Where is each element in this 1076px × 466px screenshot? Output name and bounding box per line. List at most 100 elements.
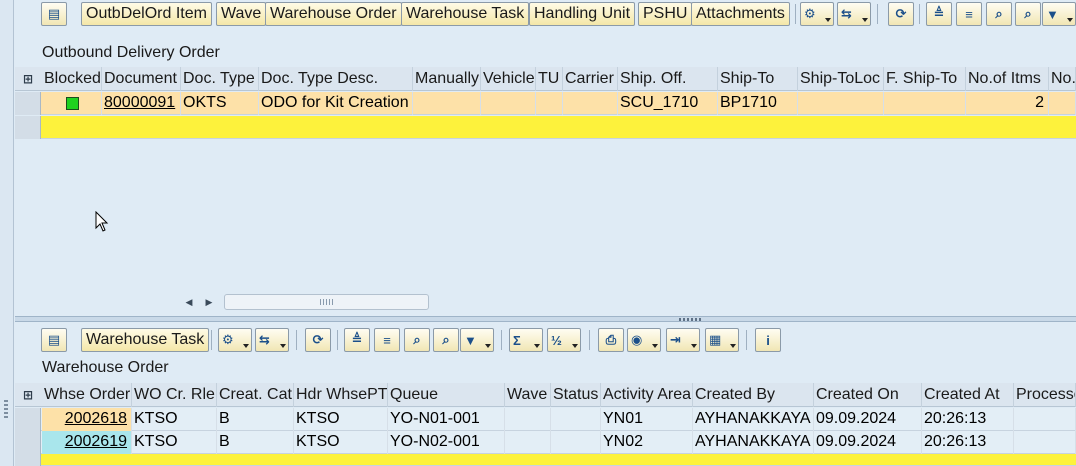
- filter-funnel-icon[interactable]: ▼: [460, 328, 494, 352]
- layout-icon[interactable]: ▤: [41, 2, 67, 26]
- pshu-button[interactable]: PSHU: [638, 2, 693, 26]
- status-cell: [551, 408, 601, 431]
- column-header-created-at[interactable]: Created At: [922, 383, 1014, 407]
- whse-order-link[interactable]: 2002619: [42, 431, 132, 454]
- find-icon[interactable]: ⌕: [404, 328, 430, 352]
- export-icon[interactable]: ⇆: [837, 2, 871, 26]
- column-header-created-by[interactable]: Created By: [693, 383, 814, 407]
- warehouse-order-button[interactable]: Warehouse Order: [265, 2, 402, 26]
- manually-cell: [413, 92, 481, 115]
- sum-icon[interactable]: Σ: [509, 328, 543, 352]
- column-header-no[interactable]: No.: [1049, 67, 1076, 91]
- find-next-icon[interactable]: ⌕: [1015, 2, 1041, 26]
- separator: [919, 4, 920, 24]
- activity-area-cell: YN02: [601, 431, 693, 454]
- column-header-ship-off[interactable]: Ship. Off.: [618, 67, 718, 91]
- wave-button[interactable]: Wave: [216, 2, 267, 26]
- column-header-status[interactable]: Status: [551, 383, 601, 407]
- column-header-creat-cat[interactable]: Creat. Cat: [217, 383, 294, 407]
- refresh-icon[interactable]: ⟳: [888, 2, 914, 26]
- attachments-button[interactable]: Attachments: [691, 2, 790, 26]
- created-at-cell: 20:26:13: [922, 408, 1014, 431]
- export-excel-icon[interactable]: ⇥: [666, 328, 700, 352]
- outbound-delivery-table: ⊞ Blocked Document Doc. Type Doc. Type D…: [15, 67, 1076, 139]
- layout-icon[interactable]: ▤: [41, 328, 67, 352]
- created-on-cell: 09.09.2024: [814, 431, 922, 454]
- scrollbar-thumb[interactable]: [224, 294, 429, 310]
- filter-icon[interactable]: ≡: [374, 328, 400, 352]
- separator: [501, 330, 502, 350]
- column-header-ship-to-loc[interactable]: Ship-ToLoc: [798, 67, 884, 91]
- column-header-ship-to[interactable]: Ship-To: [718, 67, 798, 91]
- row-selector[interactable]: [15, 92, 41, 115]
- column-header-queue[interactable]: Queue: [388, 383, 505, 407]
- column-header-hdr-whsept[interactable]: Hdr WhsePT: [294, 383, 388, 407]
- tu-cell: [536, 92, 563, 115]
- table-row[interactable]: 2002619 KTSO B KTSO YO-N02-001 YN02 AYHA…: [15, 431, 1076, 454]
- row-selector[interactable]: [15, 408, 41, 431]
- hdr-whsept-cell: KTSO: [294, 408, 388, 431]
- queue-cell: YO-N02-001: [388, 431, 505, 454]
- column-header-wo-cr-rle[interactable]: WO Cr. Rle: [132, 383, 217, 407]
- row-selector[interactable]: [15, 431, 41, 454]
- print-icon[interactable]: ⎙: [598, 328, 624, 352]
- column-header-f-ship-to[interactable]: F. Ship-To: [884, 67, 966, 91]
- resize-grip[interactable]: [4, 400, 8, 418]
- settings-icon[interactable]: ⚙: [800, 2, 834, 26]
- table-row-empty[interactable]: [15, 116, 1076, 139]
- section-title-outbound-delivery-order: Outbound Delivery Order: [42, 44, 220, 61]
- top-toolbar: ▤ OutbDelOrd Item Wave Warehouse Order W…: [15, 0, 1076, 28]
- column-header-manually[interactable]: Manually: [413, 67, 481, 91]
- column-header-activity-area[interactable]: Activity Area: [601, 383, 693, 407]
- ship-off-cell: SCU_1710: [618, 92, 718, 115]
- column-header-blocked[interactable]: Blocked: [42, 67, 102, 91]
- table-settings-icon[interactable]: ⊞: [15, 383, 41, 407]
- settings-icon[interactable]: ⚙: [218, 328, 252, 352]
- column-header-created-on[interactable]: Created On: [814, 383, 922, 407]
- column-header-tu[interactable]: TU: [536, 67, 563, 91]
- column-header-wave[interactable]: Wave: [505, 383, 551, 407]
- table-row[interactable]: 2002618 KTSO B KTSO YO-N01-001 YN01 AYHA…: [15, 408, 1076, 431]
- processor-cell: [1014, 431, 1076, 454]
- find-icon[interactable]: ⌕: [986, 2, 1012, 26]
- wo-cr-rle-cell: KTSO: [132, 431, 217, 454]
- column-header-doc-type[interactable]: Doc. Type: [181, 67, 259, 91]
- warehouse-order-table: ⊞ Whse Order WO Cr. Rle Creat. Cat Hdr W…: [15, 383, 1076, 466]
- horizontal-scrollbar[interactable]: ◀ ▶: [182, 292, 452, 312]
- outbdelord-item-button[interactable]: OutbDelOrd Item: [81, 2, 212, 26]
- column-header-processor[interactable]: Processor: [1014, 383, 1076, 407]
- column-header-doc-type-desc[interactable]: Doc. Type Desc.: [259, 67, 413, 91]
- f-ship-to-cell: [884, 92, 966, 115]
- row-selector[interactable]: [15, 116, 41, 139]
- created-at-cell: 20:26:13: [922, 431, 1014, 454]
- warehouse-task-button[interactable]: Warehouse Task: [401, 2, 530, 26]
- table-settings-icon[interactable]: ⊞: [15, 67, 41, 91]
- column-header-no-of-itms[interactable]: No.of Itms: [966, 67, 1049, 91]
- handling-unit-button[interactable]: Handling Unit: [529, 2, 636, 26]
- column-header-vehicle[interactable]: Vehicle: [481, 67, 536, 91]
- warehouse-task-button[interactable]: Warehouse Task: [81, 328, 210, 352]
- info-icon[interactable]: i: [755, 328, 781, 352]
- document-link[interactable]: 80000091: [102, 92, 181, 115]
- find-next-icon[interactable]: ⌕: [433, 328, 459, 352]
- refresh-icon[interactable]: ⟳: [305, 328, 331, 352]
- column-header-whse-order[interactable]: Whse Order: [42, 383, 132, 407]
- scroll-right-icon[interactable]: ▶: [202, 294, 216, 310]
- subtotal-icon[interactable]: ½: [547, 328, 581, 352]
- sort-ascending-icon[interactable]: ≜: [344, 328, 370, 352]
- wo-cr-rle-cell: KTSO: [132, 408, 217, 431]
- status-cell: [551, 431, 601, 454]
- column-header-document[interactable]: Document: [102, 67, 181, 91]
- filter-icon[interactable]: ≡: [956, 2, 982, 26]
- table-row-empty[interactable]: [15, 454, 1076, 466]
- table-row[interactable]: 80000091 OKTS ODO for Kit Creation SCU_1…: [15, 92, 1076, 115]
- whse-order-link[interactable]: 2002618: [42, 408, 132, 431]
- export-icon[interactable]: ⇆: [255, 328, 289, 352]
- grid-layout-icon[interactable]: ▦: [705, 328, 739, 352]
- sort-ascending-icon[interactable]: ≜: [926, 2, 952, 26]
- column-header-carrier[interactable]: Carrier: [563, 67, 618, 91]
- view-icon[interactable]: ◉: [627, 328, 661, 352]
- filter-funnel-icon[interactable]: ▼: [1042, 2, 1076, 26]
- row-selector[interactable]: [15, 454, 41, 466]
- scroll-left-icon[interactable]: ◀: [182, 294, 196, 310]
